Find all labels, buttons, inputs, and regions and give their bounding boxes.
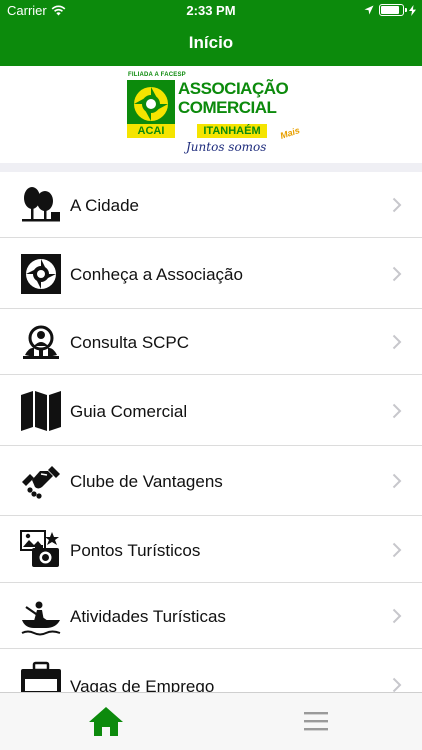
association-logo: FILIADA A FACESP ASSOCIAÇÃO COMERCIAL AC… (126, 72, 301, 160)
menu-icon[interactable] (296, 703, 336, 739)
handshake-icon (22, 466, 60, 499)
section-separator (0, 163, 422, 172)
canoe-icon (21, 601, 61, 636)
menu-item-guia-comercial[interactable]: Guia Comercial (0, 375, 422, 446)
logo-line-1: ASSOCIAÇÃO (178, 79, 289, 98)
menu-item-label: Guia Comercial (70, 402, 188, 421)
chevron-right-icon (392, 334, 402, 350)
location-arrow-icon (364, 5, 374, 15)
tourist-spots-icon (20, 530, 59, 567)
chevron-right-icon (392, 403, 402, 419)
chevron-right-icon (392, 608, 402, 624)
status-right-group (364, 4, 416, 16)
logo-city: ITANHAÉM (197, 124, 267, 138)
menu-item-conheca-associacao[interactable]: Conheça a Associação (0, 238, 422, 309)
menu-item-label: Vagas de Emprego (70, 677, 215, 692)
menu-item-label: Atividades Turísticas (70, 607, 226, 626)
chevron-right-icon (392, 197, 402, 213)
menu-item-label: A Cidade (70, 196, 139, 215)
menu-item-a-cidade[interactable]: A Cidade (0, 172, 422, 238)
menu-item-vagas-de-emprego[interactable]: Vagas de Emprego (0, 649, 422, 692)
menu-list: A Cidade Conheça a Associação Consulta S… (0, 172, 422, 692)
chevron-right-icon (392, 542, 402, 558)
logo-acronym: ACAI (127, 124, 175, 138)
logo-line-2: COMERCIAL (178, 98, 277, 117)
menu-item-label: Pontos Turísticos (70, 541, 201, 560)
association-logo-icon (21, 254, 61, 294)
battery-icon (379, 4, 407, 16)
home-icon[interactable] (86, 703, 126, 739)
person-search-icon (23, 325, 59, 359)
menu-item-pontos-turisticos[interactable]: Pontos Turísticos (0, 516, 422, 583)
chevron-right-icon (392, 266, 402, 282)
status-bar: Carrier 2:33 PM (0, 0, 422, 22)
status-time: 2:33 PM (186, 3, 236, 18)
charging-bolt-icon (409, 4, 416, 16)
chevron-right-icon (392, 677, 402, 692)
menu-item-label: Clube de Vantagens (70, 472, 223, 491)
menu-item-clube-de-vantagens[interactable]: Clube de Vantagens (0, 446, 422, 516)
header-logo-area: FILIADA A FACESP ASSOCIAÇÃO COMERCIAL AC… (0, 66, 422, 163)
page-title: Início (188, 33, 234, 52)
logo-tagline-accent: Mais (278, 125, 302, 141)
briefcase-icon (21, 661, 61, 692)
logo-top-text: FILIADA A FACESP (128, 72, 186, 78)
city-trees-icon (22, 187, 60, 222)
menu-item-consulta-scpc[interactable]: Consulta SCPC (0, 309, 422, 375)
tab-bar (0, 692, 422, 750)
chevron-right-icon (392, 473, 402, 489)
menu-item-atividades-turisticas[interactable]: Atividades Turísticas (0, 583, 422, 649)
menu-item-label: Conheça a Associação (70, 265, 243, 284)
map-icon (21, 391, 61, 431)
logo-tagline: Juntos somos (186, 140, 267, 154)
menu-item-label: Consulta SCPC (70, 333, 190, 352)
top-bar: Carrier 2:33 PM Início (0, 0, 422, 66)
